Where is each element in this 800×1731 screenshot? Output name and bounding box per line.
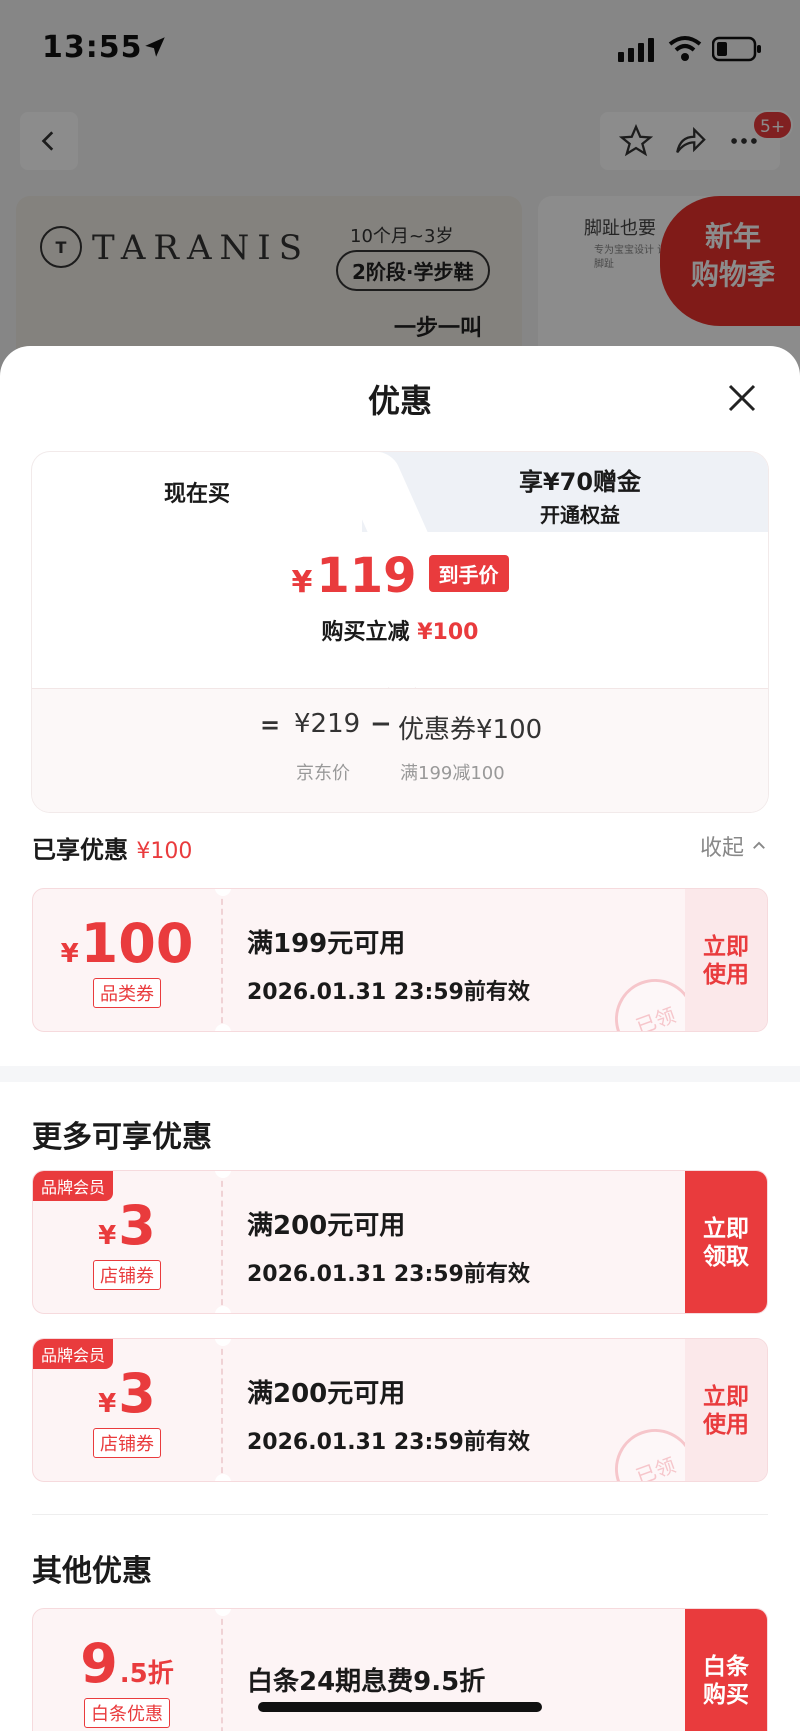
collapse-button[interactable]: 收起	[700, 830, 768, 862]
coupon-details: 满200元可用 2026.01.31 23:59前有效	[247, 1373, 530, 1456]
close-icon[interactable]	[722, 378, 762, 418]
chevron-up-icon	[753, 841, 765, 849]
coupon-validity: 2026.01.31 23:59前有效	[247, 980, 530, 1005]
coupon-amount: 9	[80, 1632, 118, 1695]
discount-value: ¥100	[417, 620, 479, 645]
coupon-currency: ¥	[98, 1221, 117, 1251]
home-indicator	[258, 1702, 542, 1712]
coupon-condition: 满200元可用	[247, 1211, 406, 1241]
price-currency: ¥	[291, 565, 313, 600]
section-divider	[0, 1066, 800, 1082]
enjoyed-label: 已享优惠	[32, 836, 128, 864]
more-discounts-title: 更多可享优惠	[32, 1120, 212, 1155]
coupon-card: ¥ 100 品类券 满199元可用 2026.01.31 23:59前有效 已领…	[32, 888, 768, 1032]
coupon-value-block: ¥ 100 品类券	[33, 889, 223, 1031]
coupon-condition: 满199元可用	[247, 929, 406, 959]
equals-sign: =	[260, 711, 281, 739]
tab-membership[interactable]: 享¥70赠金 开通权益	[392, 462, 768, 528]
coupon-deduction-label: 满199减100	[400, 763, 505, 784]
price-discount: 购买立减 ¥100	[32, 614, 768, 646]
coupon-card: ¥ 3 店铺券 品牌会员 满200元可用 2026.01.31 23:59前有效…	[32, 1170, 768, 1314]
enjoyed-discount-row: 已享优惠 ¥100 收起	[32, 830, 768, 870]
coupon-suffix: .5折	[119, 1659, 174, 1689]
collapse-label: 收起	[699, 836, 744, 861]
coupon-condition: 满200元可用	[247, 1379, 406, 1409]
coupon-condition: 白条24期息费9.5折	[247, 1667, 486, 1697]
baitiao-buy-button[interactable]: 白条 购买	[685, 1609, 767, 1731]
coupon-details: 满200元可用 2026.01.31 23:59前有效	[247, 1205, 530, 1288]
use-now-button[interactable]: 立即 使用	[685, 889, 767, 1031]
use-now-button[interactable]: 立即 使用	[685, 1339, 767, 1481]
tab-membership-subtitle: 开通权益	[540, 503, 620, 527]
price-value: 119	[316, 548, 417, 604]
member-tag: 品牌会员	[33, 1339, 114, 1369]
coupon-validity: 2026.01.31 23:59前有效	[247, 1430, 530, 1455]
member-tag: 品牌会员	[33, 1171, 114, 1201]
divider	[32, 1514, 768, 1515]
tab-membership-title: 享¥70赠金	[518, 468, 642, 496]
coupon-validity: 2026.01.31 23:59前有效	[247, 1262, 530, 1287]
coupon-amount: 3	[118, 1362, 156, 1425]
coupon-notch	[215, 1474, 231, 1481]
price-card: 现在买 享¥70赠金 开通权益 ¥ 119 到手价 购买立减 ¥100 = ¥2…	[32, 452, 768, 812]
price-tag: 到手价	[428, 555, 509, 592]
coupon-card: ¥ 3 店铺券 品牌会员 满200元可用 2026.01.31 23:59前有效…	[32, 1338, 768, 1482]
minus-sign: −	[370, 709, 392, 739]
enjoyed-value: ¥100	[136, 839, 193, 864]
original-price-label: 京东价	[296, 763, 350, 784]
coupon-amount: 3	[118, 1194, 156, 1257]
claim-now-button[interactable]: 立即 领取	[685, 1171, 767, 1313]
coupon-type: 品类券	[93, 978, 161, 1008]
coupon-notch	[215, 1306, 231, 1313]
other-discounts-title: 其他优惠	[32, 1554, 152, 1589]
coupon-currency: ¥	[60, 939, 79, 969]
price-tabs: 现在买 享¥70赠金 开通权益	[32, 452, 768, 532]
coupon-card: 9 .5折 白条优惠 白条24期息费9.5折 白条 购买	[32, 1608, 768, 1731]
coupon-sheet: 优惠 现在买 享¥70赠金 开通权益 ¥ 119 到手价 购买立减 ¥100 =	[0, 346, 800, 1731]
coupon-type: 店铺券	[93, 1260, 161, 1290]
original-price: ¥219	[294, 709, 361, 739]
coupon-amount: 100	[80, 912, 194, 975]
coupon-details: 白条24期息费9.5折	[247, 1661, 485, 1698]
final-price: ¥ 119 到手价 购买立减 ¥100	[32, 548, 768, 646]
enjoyed-discount: 已享优惠 ¥100	[32, 830, 192, 865]
coupon-deduction: 优惠券¥100	[398, 715, 543, 745]
tab-buy-now[interactable]: 现在买	[32, 452, 362, 532]
discount-label: 购买立减	[321, 620, 410, 645]
coupon-type: 白条优惠	[84, 1698, 170, 1728]
coupon-notch	[215, 1024, 231, 1031]
coupon-details: 满199元可用 2026.01.31 23:59前有效	[247, 923, 530, 1006]
sheet-title: 优惠	[367, 382, 432, 420]
coupon-currency: ¥	[98, 1389, 117, 1419]
coupon-value-block: 9 .5折 白条优惠	[33, 1609, 223, 1731]
coupon-type: 店铺券	[93, 1428, 161, 1458]
price-calculation: = ¥219 京东价 − 优惠券¥100 满199减100	[32, 688, 768, 812]
